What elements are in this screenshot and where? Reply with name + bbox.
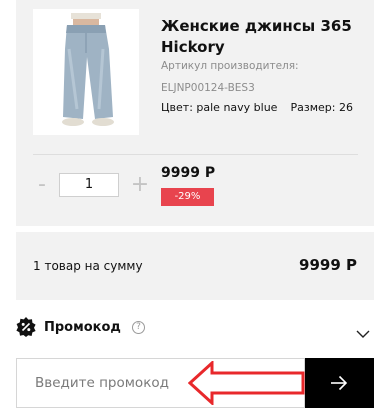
- product-image[interactable]: [33, 9, 139, 135]
- chevron-down-icon[interactable]: [356, 324, 370, 343]
- decrease-quantity-button[interactable]: -: [31, 174, 53, 196]
- sku-label: Артикул производителя:: [161, 60, 299, 72]
- help-icon[interactable]: ?: [132, 321, 145, 334]
- divider: [33, 154, 358, 155]
- product-color: Цвет: pale navy blue: [161, 101, 278, 114]
- promo-title: Промокод: [44, 320, 121, 335]
- quantity-input[interactable]: 1: [59, 173, 119, 197]
- arrow-right-icon: [331, 375, 348, 391]
- summary-label: 1 товар на сумму: [33, 259, 143, 273]
- red-arrow-annotation: [188, 361, 305, 405]
- item-price: 9999 Р: [161, 165, 216, 181]
- increase-quantity-button[interactable]: +: [129, 174, 151, 196]
- apply-promo-button[interactable]: [305, 358, 374, 408]
- product-size: Размер: 26: [290, 101, 353, 114]
- promo-code-toggle[interactable]: Промокод ?: [16, 316, 374, 342]
- cart-item-card: Женские джинсы 365 Hickory Артикул произ…: [16, 0, 374, 226]
- order-summary: 1 товар на сумму 9999 Р: [16, 232, 374, 300]
- discount-badge: -29%: [161, 188, 214, 206]
- discount-badge-icon: [16, 317, 36, 337]
- summary-total: 9999 Р: [299, 256, 357, 274]
- product-title[interactable]: Женские джинсы 365 Hickory: [161, 16, 361, 58]
- sku-value: ELJNP00124-BES3: [161, 82, 255, 94]
- product-attributes: Цвет: pale navy blue Размер: 26: [161, 101, 361, 114]
